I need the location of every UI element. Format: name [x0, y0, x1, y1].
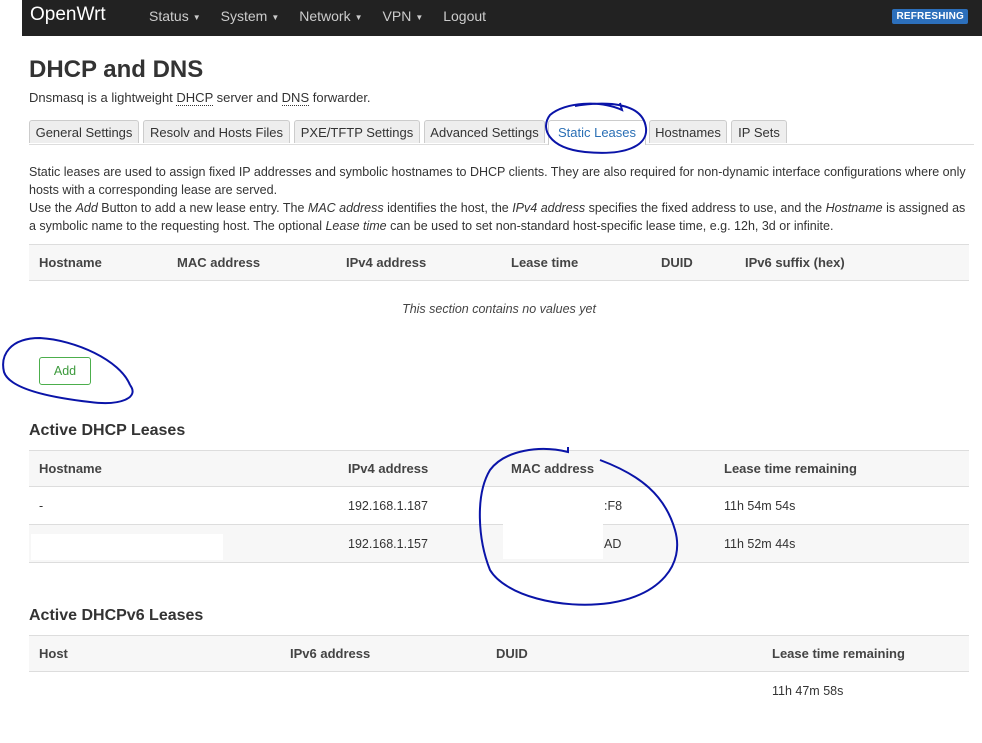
- table-row: - 192.168.1.187 :F8 11h 54m 54s: [29, 487, 969, 525]
- lease-hostname: -: [39, 499, 44, 513]
- desc-emphasis: IPv4 address: [512, 201, 586, 215]
- tab-advanced-settings[interactable]: Advanced Settings: [424, 120, 545, 143]
- lease-remaining: 11h 47m 58s: [772, 684, 844, 698]
- column-header: Lease time remaining: [772, 646, 905, 661]
- description-paragraph-1: Static leases are used to assign fixed I…: [29, 165, 966, 197]
- active-dhcp-leases-title: Active DHCP Leases: [29, 422, 186, 439]
- subtitle-text: forwarder.: [309, 90, 371, 105]
- column-header: IPv6 address: [290, 646, 371, 661]
- desc-emphasis: MAC address: [307, 201, 384, 215]
- lease-ipv4: 192.168.1.187: [348, 499, 428, 513]
- page-subtitle: Dnsmasq is a lightweight DHCP server and…: [29, 90, 371, 106]
- lease-remaining: 11h 52m 44s: [724, 537, 796, 551]
- page-title: DHCP and DNS: [29, 56, 204, 83]
- menu-network[interactable]: Network ▼: [289, 0, 372, 36]
- column-header: DUID: [661, 255, 693, 270]
- active-dhcpv6-leases-title: Active DHCPv6 Leases: [29, 607, 204, 624]
- main-menu: Status ▼ System ▼ Network ▼ VPN ▼ Logout: [139, 0, 496, 36]
- desc-emphasis: Add: [75, 201, 98, 215]
- desc-emphasis: Hostname: [825, 201, 883, 215]
- column-header: MAC address: [177, 255, 261, 270]
- tab-resolv-hosts-files[interactable]: Resolv and Hosts Files: [143, 120, 290, 143]
- column-header: Lease time remaining: [724, 461, 857, 476]
- menu-logout[interactable]: Logout: [433, 0, 496, 36]
- dns-abbr: DNS: [281, 90, 310, 106]
- tab-hostnames[interactable]: Hostnames: [649, 120, 727, 143]
- column-header: Hostname: [39, 461, 102, 476]
- desc-text: Button to add a new lease entry. The: [97, 201, 308, 215]
- top-navbar: OpenWrt Status ▼ System ▼ Network ▼ VPN ▼ Lo…: [22, 0, 982, 36]
- chevron-down-icon: ▼: [354, 12, 363, 22]
- description-paragraph-2: Use the Add Button to add a new lease en…: [29, 199, 974, 235]
- menu-system-label: System: [220, 8, 268, 24]
- chevron-down-icon: ▼: [415, 12, 424, 22]
- column-header: IPv4 address: [348, 461, 429, 476]
- tab-general-settings[interactable]: General Settings: [29, 120, 139, 143]
- tab-pxe-tftp-settings[interactable]: PXE/TFTP Settings: [294, 120, 420, 143]
- column-header: Host: [39, 646, 68, 661]
- desc-text: Use the: [29, 201, 76, 215]
- menu-status[interactable]: Status ▼: [139, 0, 211, 36]
- dhcp-leases-table-header: Hostname IPv4 address MAC address Lease …: [29, 450, 969, 487]
- column-header: Lease time: [511, 255, 579, 270]
- menu-network-label: Network: [299, 8, 351, 24]
- tab-ip-sets[interactable]: IP Sets: [731, 120, 787, 143]
- column-header: DUID: [496, 646, 528, 661]
- redaction-mask: [503, 491, 603, 559]
- tab-static-leases[interactable]: Static Leases: [548, 120, 646, 145]
- desc-text: specifies the fixed address to use, and …: [585, 201, 826, 215]
- table-row: 11h 47m 58s: [29, 672, 969, 710]
- refreshing-badge[interactable]: REFRESHING: [892, 9, 968, 24]
- column-header: MAC address: [511, 461, 595, 476]
- desc-emphasis: Lease time: [325, 219, 387, 233]
- dhcp-abbr: DHCP: [176, 90, 214, 106]
- lease-ipv4: 192.168.1.157: [348, 537, 428, 551]
- subtitle-text: Dnsmasq is a lightweight: [29, 90, 177, 105]
- tab-bar: General Settings Resolv and Hosts Files …: [29, 120, 974, 145]
- annotation-overlay: [2, 102, 679, 606]
- lease-mac: :F8: [604, 499, 623, 513]
- column-header: IPv4 address: [346, 255, 427, 270]
- chevron-down-icon: ▼: [271, 12, 280, 22]
- add-button[interactable]: Add: [39, 357, 91, 385]
- dhcpv6-leases-table-header: Host IPv6 address DUID Lease time remain…: [29, 635, 969, 672]
- menu-vpn[interactable]: VPN ▼: [373, 0, 434, 36]
- brand-logo[interactable]: OpenWrt: [30, 4, 106, 26]
- chevron-down-icon: ▼: [192, 12, 201, 22]
- menu-system[interactable]: System ▼: [211, 0, 290, 36]
- static-leases-description: Static leases are used to assign fixed I…: [29, 163, 974, 235]
- empty-section-message: This section contains no values yet: [402, 302, 596, 316]
- subtitle-text: server and: [213, 90, 282, 105]
- menu-status-label: Status: [149, 8, 189, 24]
- column-header: IPv6 suffix (hex): [745, 255, 845, 270]
- desc-text: identifies the host, the: [383, 201, 513, 215]
- lease-mac: AD: [604, 537, 622, 551]
- redaction-mask: [31, 534, 223, 560]
- lease-remaining: 11h 54m 54s: [724, 499, 796, 513]
- menu-vpn-label: VPN: [382, 8, 412, 24]
- column-header: Hostname: [39, 255, 102, 270]
- desc-text: can be used to set non-standard host-spe…: [386, 219, 834, 233]
- static-leases-table-header: Hostname MAC address IPv4 address Lease …: [29, 244, 969, 281]
